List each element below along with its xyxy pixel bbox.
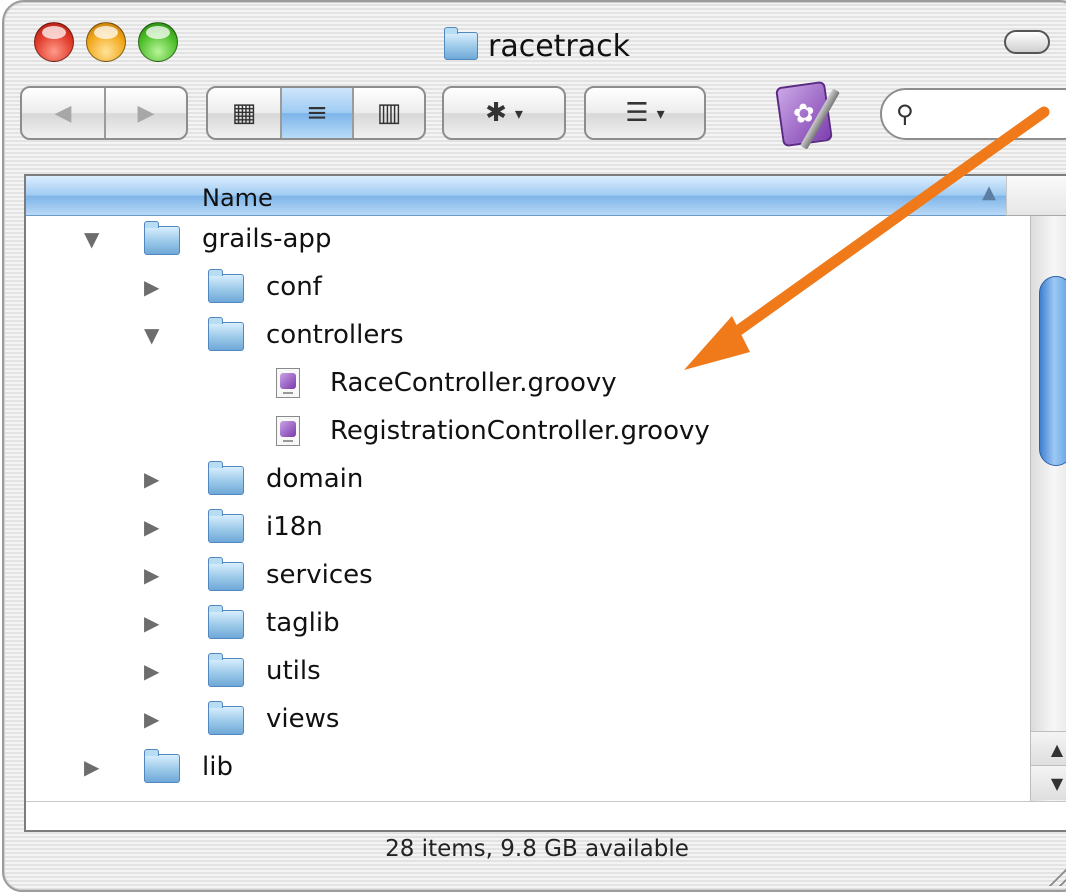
folder-icon (144, 749, 180, 783)
status-bar: 28 items, 9.8 GB available (385, 836, 689, 862)
search-field[interactable]: ⚲ (880, 88, 1066, 140)
arrange-menu-group: ☰ ▾ (584, 86, 706, 140)
list-item[interactable]: ▶ services (26, 552, 1031, 600)
disclosure-collapsed-icon[interactable]: ▶ (144, 612, 166, 634)
folder-icon (144, 221, 180, 255)
list-view-button[interactable]: ≡ (280, 88, 352, 138)
disclosure-collapsed-icon[interactable]: ▶ (84, 756, 106, 778)
view-switcher: ▦ ≡ ▥ (206, 86, 426, 140)
folder-icon (208, 461, 244, 495)
groovy-file-icon (276, 416, 300, 446)
folder-icon (444, 27, 478, 60)
zoom-button[interactable] (138, 22, 178, 62)
scroll-down-button[interactable]: ▼ (1031, 765, 1066, 800)
forward-button[interactable]: ▶ (103, 88, 186, 138)
disclosure-collapsed-icon[interactable]: ▶ (144, 276, 166, 298)
chevron-down-icon: ▾ (514, 103, 523, 123)
search-input[interactable] (921, 100, 1066, 128)
list-item-label: taglib (266, 608, 340, 638)
groovy-file-icon (276, 368, 300, 398)
file-list: Name ▲ ▼ grails-app ▶ conf ▼ controllers RaceC… (24, 174, 1066, 832)
disclosure-collapsed-icon[interactable]: ▶ (144, 468, 166, 490)
list-item[interactable]: ▶ conf (26, 264, 1031, 312)
chevron-down-icon: ▾ (656, 103, 665, 123)
list-item[interactable]: ▶ domain (26, 456, 1031, 504)
disclosure-expanded-icon[interactable]: ▼ (84, 228, 106, 250)
disclosure-collapsed-icon[interactable]: ▶ (144, 660, 166, 682)
gear-icon: ✱ (485, 98, 507, 128)
finder-window: racetrack ◀ ▶ ▦ ≡ ▥ ✱ ▾ ☰ ▾ ✿ ⚲ Name ▲ ▼… (2, 0, 1066, 892)
list-item[interactable]: ▶ taglib (26, 600, 1031, 648)
folder-icon (208, 509, 244, 543)
list-item-label: RaceController.groovy (330, 368, 617, 398)
list-item[interactable]: ▼ grails-app (26, 216, 1031, 264)
navigation-buttons: ◀ ▶ (20, 86, 188, 140)
column-header-filler (1006, 176, 1066, 216)
folder-icon (208, 317, 244, 351)
icon-view-button[interactable]: ▦ (208, 88, 280, 138)
vertical-scrollbar[interactable]: ▲ ▼ (1030, 216, 1066, 801)
list-bottom-divider (26, 801, 1066, 802)
list-item-label: domain (266, 464, 364, 494)
folder-icon (208, 653, 244, 687)
close-button[interactable] (34, 22, 74, 62)
back-button[interactable]: ◀ (22, 88, 104, 138)
folder-icon (208, 605, 244, 639)
list-item[interactable]: RaceController.groovy (26, 360, 1031, 408)
list-item-label: grails-app (202, 224, 332, 254)
folder-icon (208, 557, 244, 591)
list-item[interactable]: RegistrationController.groovy (26, 408, 1031, 456)
scroll-up-icon: ▲ (1050, 739, 1064, 759)
column-view-button[interactable]: ▥ (352, 88, 424, 138)
scroll-down-icon: ▼ (1050, 773, 1064, 793)
disclosure-collapsed-icon[interactable]: ▶ (144, 516, 166, 538)
sort-ascending-icon: ▲ (982, 182, 996, 203)
column-view-icon: ▥ (376, 98, 402, 128)
back-arrow-icon: ◀ (54, 100, 72, 126)
list-view-icon: ≡ (306, 98, 328, 128)
minimize-button[interactable] (86, 22, 126, 62)
action-menu-button[interactable]: ✱ ▾ (444, 88, 564, 138)
list-item-label: RegistrationController.groovy (330, 416, 710, 446)
list-item-label: services (266, 560, 373, 590)
folder-icon (208, 269, 244, 303)
list-item[interactable]: ▶ utils (26, 648, 1031, 696)
window-title: racetrack (444, 26, 630, 66)
list-item[interactable]: ▶ lib (26, 744, 1031, 792)
arrange-menu-button[interactable]: ☰ ▾ (586, 88, 704, 138)
toolbar-toggle-button[interactable] (1004, 30, 1050, 54)
arrange-icon: ☰ (625, 98, 649, 128)
list-item-label: lib (202, 752, 233, 782)
folder-icon (208, 701, 244, 735)
list-item-label: i18n (266, 512, 323, 542)
scrollbar-thumb[interactable] (1039, 276, 1066, 466)
scroll-up-button[interactable]: ▲ (1031, 731, 1066, 766)
disclosure-collapsed-icon[interactable]: ▶ (144, 708, 166, 730)
list-item[interactable]: ▶ i18n (26, 504, 1031, 552)
action-menu-group: ✱ ▾ (442, 86, 566, 140)
icon-view-icon: ▦ (231, 98, 257, 128)
list-item-label: conf (266, 272, 322, 302)
disclosure-expanded-icon[interactable]: ▼ (144, 324, 166, 346)
forward-arrow-icon: ▶ (137, 100, 155, 126)
name-column-header[interactable]: Name ▲ (26, 176, 1006, 216)
search-icon: ⚲ (896, 100, 914, 128)
list-item[interactable]: ▼ controllers (26, 312, 1031, 360)
name-column-label: Name (202, 184, 273, 212)
file-rows: ▼ grails-app ▶ conf ▼ controllers RaceControll… (26, 216, 1031, 792)
disclosure-collapsed-icon[interactable]: ▶ (144, 564, 166, 586)
window-title-text: racetrack (488, 28, 631, 64)
list-item-label: utils (266, 656, 321, 686)
list-item-label: controllers (266, 320, 404, 350)
list-item[interactable]: ▶ views (26, 696, 1031, 744)
list-item-label: views (266, 704, 340, 734)
